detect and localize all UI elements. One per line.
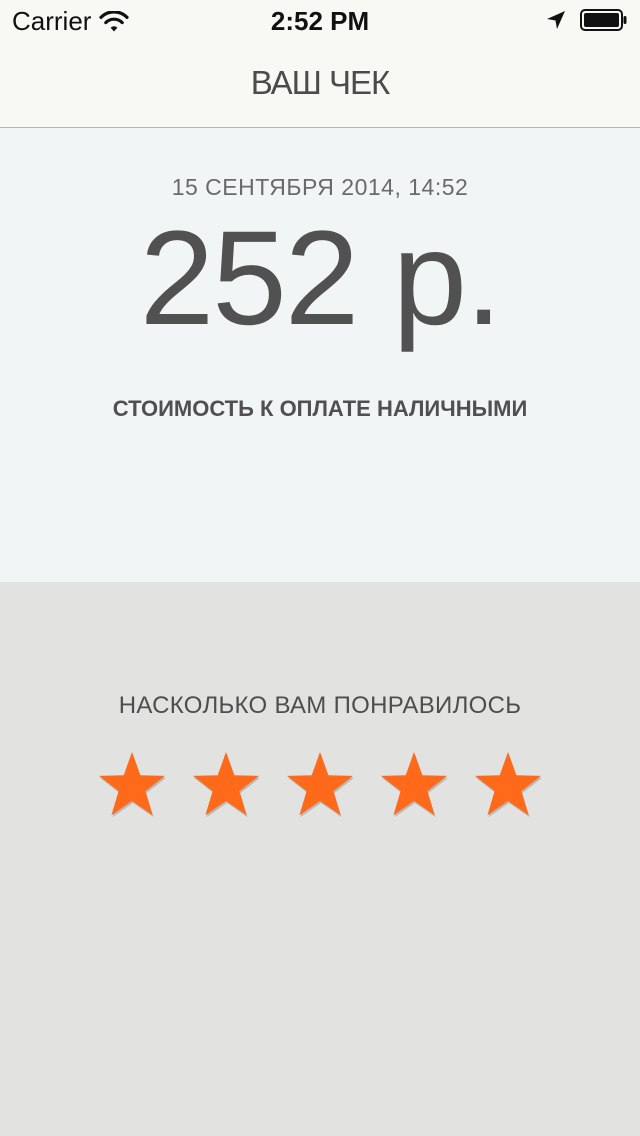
receipt-screen: Carrier 2:52 PM ВАШ ЧЕК 15 СЕНТЯБРЯ 2014… [0, 0, 640, 1136]
star-icon[interactable] [97, 750, 167, 818]
status-bar: Carrier 2:52 PM [0, 0, 640, 40]
page-title: ВАШ ЧЕК [250, 64, 391, 101]
top-bar: Carrier 2:52 PM ВАШ ЧЕК [0, 0, 640, 128]
receipt-amount: 252 р. [139, 204, 503, 353]
location-arrow-icon [546, 10, 566, 30]
receipt-date: 15 СЕНТЯБРЯ 2014, 14:52 [171, 174, 469, 200]
receipt-panel: 15 СЕНТЯБРЯ 2014, 14:52 252 р. СТОИМОСТЬ… [0, 128, 640, 582]
star-icon[interactable] [473, 750, 543, 818]
star-rating [97, 750, 547, 820]
status-time: 2:52 PM [270, 6, 370, 36]
payment-caption: СТОИМОСТЬ К ОПЛАТЕ НАЛИЧНЫМИ [112, 396, 528, 421]
star-icon[interactable] [379, 750, 449, 818]
battery-icon [580, 9, 628, 31]
star-icon[interactable] [191, 750, 261, 818]
rating-question: НАСКОЛЬКО ВАМ ПОНРАВИЛОСЬ [118, 692, 522, 719]
star-icon[interactable] [285, 750, 355, 818]
rating-panel: НАСКОЛЬКО ВАМ ПОНРАВИЛОСЬ [0, 582, 640, 1136]
status-right [546, 9, 628, 31]
